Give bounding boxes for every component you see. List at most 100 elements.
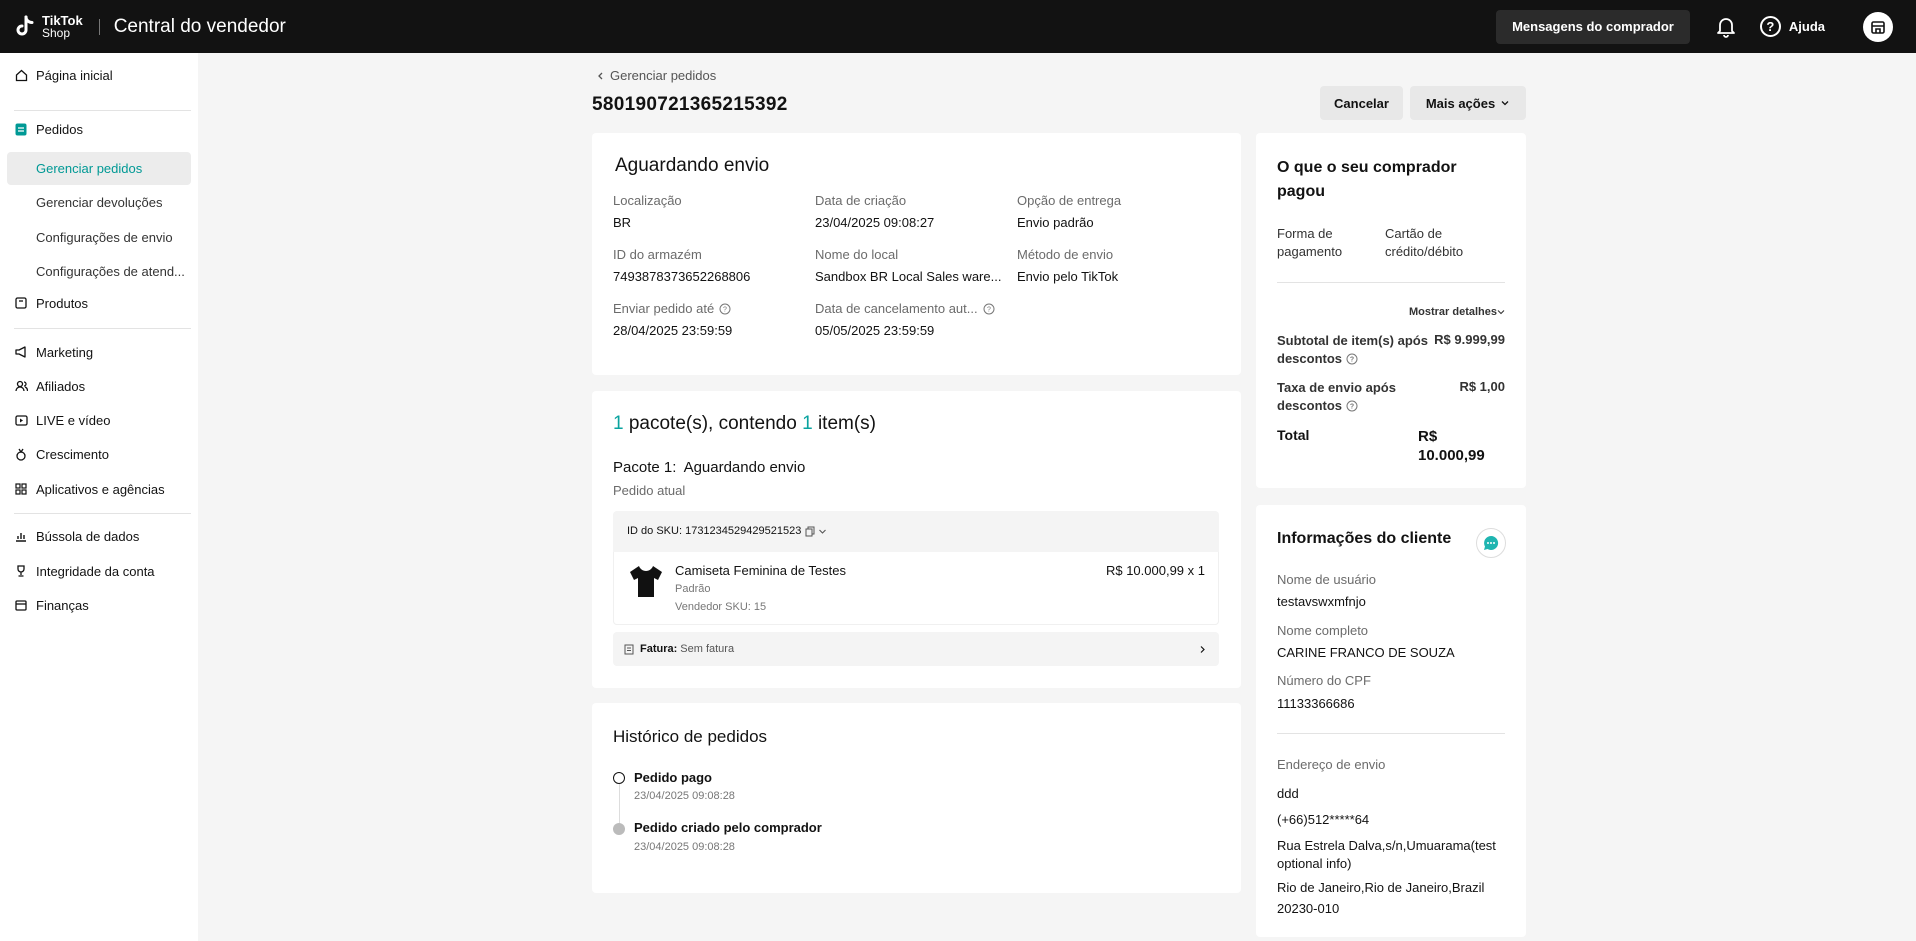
auto-cancel-value: 05/05/2025 23:59:59: [815, 323, 935, 338]
copy-icon[interactable]: [805, 526, 816, 537]
order-history-card: Histórico de pedidos Pedido pago 23/04/2…: [592, 703, 1241, 893]
sidebar-item-finance[interactable]: Finanças: [0, 594, 198, 616]
sidebar-item-manage-orders[interactable]: Gerenciar pedidos: [7, 152, 191, 185]
subtotal-value: R$ 9.999,99: [1434, 332, 1505, 347]
sidebar-item-label: Finanças: [36, 597, 89, 613]
sidebar-item-products[interactable]: Produtos: [0, 292, 198, 314]
video-icon: [14, 413, 28, 427]
timeline-dot-active: [613, 772, 625, 784]
chevron-right-icon: [1200, 645, 1205, 653]
product-image[interactable]: [627, 562, 665, 600]
sidebar-item-growth[interactable]: Crescimento: [0, 443, 198, 465]
ship-by-value: 28/04/2025 23:59:59: [613, 323, 733, 338]
wallet-icon: [14, 598, 28, 612]
chevron-down-icon[interactable]: [818, 527, 827, 536]
svg-text:?: ?: [723, 306, 727, 313]
sidebar-item-label: Pedidos: [36, 121, 83, 137]
products-icon: [14, 296, 28, 310]
home-icon: [14, 69, 28, 83]
location-label: Localização: [613, 193, 682, 208]
growth-icon: [14, 447, 28, 461]
sidebar-item-data-compass[interactable]: Bússola de dados: [0, 525, 198, 547]
sidebar-item-marketing[interactable]: Marketing: [0, 341, 198, 363]
invoice-label: Fatura:: [640, 643, 678, 655]
bell-icon[interactable]: [1716, 16, 1736, 38]
shipping-fee-label-text: Taxa de envio após descontos: [1277, 380, 1396, 413]
delivery-option-label: Opção de entrega: [1017, 193, 1122, 208]
people-icon: [14, 379, 28, 393]
location-value: BR: [613, 215, 632, 230]
cancel-button[interactable]: Cancelar: [1320, 86, 1403, 120]
store-icon: [1871, 20, 1885, 34]
location-name-label: Nome do local: [815, 247, 899, 262]
buyer-messages-button[interactable]: Mensagens do comprador: [1496, 9, 1690, 44]
package-count: 1: [613, 413, 624, 434]
sku-box: ID do SKU: 1731234529429521523 Camiseta …: [613, 511, 1219, 625]
shipping-method-value: Envio pelo TikTok: [1017, 269, 1119, 284]
chevron-left-icon: [598, 72, 603, 79]
product-row: Camiseta Feminina de Testes Padrão Vende…: [613, 552, 1219, 625]
payment-method-label: Forma de pagamento: [1277, 226, 1343, 259]
info-icon[interactable]: ?: [719, 303, 731, 315]
chat-button[interactable]: [1476, 528, 1506, 558]
show-details-label: Mostrar detalhes: [1408, 306, 1497, 318]
help-button[interactable]: ? Ajuda: [1759, 16, 1825, 37]
package-label: Pacote 1:: [613, 459, 677, 476]
subtotal-label: Subtotal de item(s) após descontos ?: [1277, 332, 1442, 368]
payment-card: O que o seu comprador pagou Forma de pag…: [1256, 133, 1526, 488]
help-icon: ?: [1759, 16, 1781, 37]
sidebar-item-affiliates[interactable]: Afiliados: [0, 375, 198, 397]
svg-text:?: ?: [1350, 404, 1354, 411]
breadcrumb-link[interactable]: Gerenciar pedidos: [610, 68, 716, 83]
cpf-value: 11133366686: [1277, 696, 1355, 711]
sidebar-item-service-settings[interactable]: Configurações de atend...: [7, 255, 191, 288]
product-name[interactable]: Camiseta Feminina de Testes: [675, 563, 846, 578]
show-details-button[interactable]: Mostrar detalhes: [1409, 306, 1505, 318]
sidebar-item-orders[interactable]: Pedidos: [0, 118, 198, 140]
shop-avatar[interactable]: [1863, 11, 1893, 42]
info-icon[interactable]: ?: [1346, 353, 1358, 365]
divider: [14, 513, 191, 514]
divider: [1277, 282, 1505, 283]
logo-line2: Shop: [42, 25, 71, 40]
fullname-value: CARINE FRANCO DE SOUZA: [1277, 645, 1455, 660]
megaphone-icon: [14, 345, 28, 359]
item-count: 1: [802, 413, 813, 434]
delivery-option-value: Envio padrão: [1017, 215, 1094, 230]
sidebar-item-shipping-settings[interactable]: Configurações de envio: [7, 221, 191, 254]
chevron-down-icon: [1497, 310, 1505, 315]
sidebar-item-account-integrity[interactable]: Integridade da conta: [0, 560, 198, 582]
chevron-down-icon: [1501, 101, 1509, 106]
customer-title: Informações do cliente: [1277, 530, 1452, 547]
svg-text:?: ?: [987, 306, 991, 313]
product-variant: Padrão: [675, 583, 711, 595]
divider: [14, 110, 191, 111]
address-line1: Rua Estrela Dalva,s/n,Umuarama(test opti…: [1277, 838, 1496, 871]
product-price: R$ 10.000,99 x 1: [1105, 563, 1205, 578]
status-title: Aguardando envio: [615, 155, 770, 176]
shipping-method-label: Método de envio: [1017, 247, 1114, 262]
more-actions-button[interactable]: Mais ações: [1410, 86, 1526, 120]
username-label: Nome de usuário: [1277, 572, 1376, 587]
total-label: Total: [1277, 427, 1310, 443]
app-title: Central do vendedor: [113, 15, 286, 37]
sidebar-item-apps[interactable]: Aplicativos e agências: [0, 478, 198, 500]
address-name: ddd: [1277, 786, 1299, 801]
history-event-title: Pedido pago: [634, 770, 712, 785]
info-icon[interactable]: ?: [1346, 400, 1358, 412]
tiktok-shop-logo[interactable]: TikTok Shop: [13, 14, 83, 40]
shipping-fee-value: R$ 1,00: [1459, 379, 1505, 394]
payment-title: O que o seu comprador pagou: [1277, 159, 1457, 200]
invoice-row[interactable]: Fatura: Sem fatura: [613, 632, 1219, 666]
sidebar-item-manage-returns[interactable]: Gerenciar devoluções: [7, 186, 191, 219]
breadcrumb[interactable]: Gerenciar pedidos: [596, 68, 716, 83]
package-title: Pacote 1: Aguardando envio: [613, 459, 805, 476]
history-event-title: Pedido criado pelo comprador: [634, 820, 822, 835]
sidebar-item-home[interactable]: Página inicial: [0, 60, 198, 91]
apps-icon: [14, 482, 28, 496]
info-icon[interactable]: ?: [983, 303, 995, 315]
current-order-label: Pedido atual: [613, 483, 686, 498]
sidebar-item-live[interactable]: LIVE e vídeo: [0, 409, 198, 431]
username-value: testavswxmfnjo: [1277, 594, 1366, 609]
sidebar-item-label: Crescimento: [36, 446, 109, 462]
